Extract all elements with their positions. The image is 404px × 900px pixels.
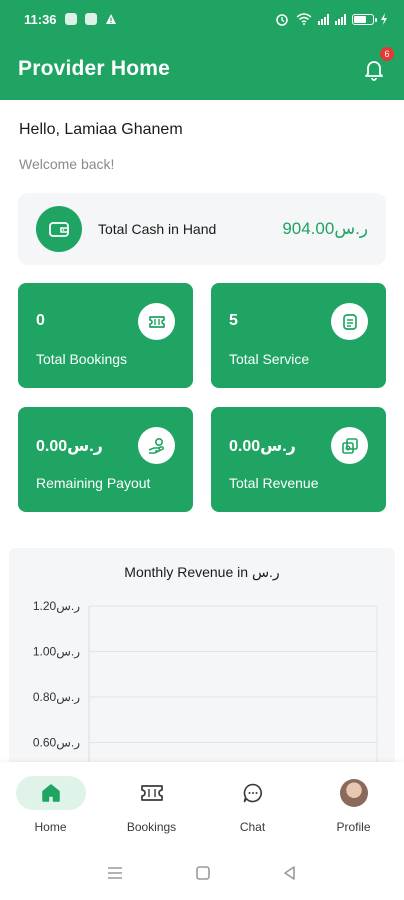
charging-icon <box>381 13 387 25</box>
y-tick-label: 1.00ر.س <box>33 645 80 659</box>
page-title: Provider Home <box>18 57 170 80</box>
status-bar: 11:36 <box>0 0 404 38</box>
nav-chat[interactable]: Chat <box>202 762 303 846</box>
y-tick-label: 0.80ر.س <box>33 690 80 704</box>
wifi-icon <box>296 13 312 25</box>
avatar <box>339 779 368 807</box>
nav-home[interactable]: Home <box>0 762 101 846</box>
list-icon <box>331 303 368 340</box>
cash-value: 904.00ر.س <box>282 219 368 238</box>
y-tick-label: 1.20ر.س <box>33 599 80 613</box>
nav-profile[interactable]: Profile <box>303 762 404 846</box>
remaining-payout-card[interactable]: 0.00ر.س Remaining Payout <box>18 407 193 512</box>
stat-label: Remaining Payout <box>36 475 151 491</box>
bottom-navigation: Home Bookings Chat Profile <box>0 762 404 846</box>
stat-value: 0 <box>36 312 45 329</box>
nav-label: Chat <box>239 820 266 834</box>
home-icon <box>41 784 60 802</box>
stat-label: Total Revenue <box>229 475 319 491</box>
hand-coin-icon <box>138 427 175 464</box>
chat-icon <box>243 783 262 803</box>
chart-plot: 1.20ر.س 1.00ر.س 0.80ر.س 0.60ر.س <box>33 599 378 778</box>
status-left: 11:36 <box>24 12 117 27</box>
nav-label: Bookings <box>126 820 177 834</box>
total-revenue-card[interactable]: 0.00ر.س Total Revenue <box>211 407 386 512</box>
app-bar: Provider Home 6 <box>0 38 404 100</box>
cash-label: Total Cash in Hand <box>98 221 217 237</box>
nav-bookings[interactable]: Bookings <box>101 762 202 846</box>
stat-value: 0.00ر.س <box>36 438 103 455</box>
stat-value: 5 <box>229 312 238 329</box>
ticket-icon <box>140 785 163 801</box>
monthly-revenue-chart: Monthly Revenue in ر.س 1.20ر.س 1.00ر.س 0.8… <box>9 548 395 778</box>
total-service-card[interactable]: 5 Total Service <box>211 283 386 388</box>
wallet-icon <box>36 206 82 252</box>
back-icon[interactable] <box>282 865 298 881</box>
ticket-icon <box>138 303 175 340</box>
stat-label: Total Service <box>229 351 310 367</box>
stat-label: Total Bookings <box>36 351 128 367</box>
app-notification-icon <box>64 13 77 25</box>
nav-label: Profile <box>336 820 371 834</box>
signal-icon <box>335 13 346 25</box>
status-right <box>274 12 388 26</box>
welcome-text: Welcome back! <box>19 156 115 172</box>
status-time: 11:36 <box>24 11 57 27</box>
stat-value: 0.00ر.س <box>229 438 296 455</box>
nav-chat-pill <box>218 776 288 810</box>
nav-profile-pill <box>319 776 389 810</box>
system-navigation <box>0 846 404 900</box>
app-notification-icon <box>84 13 97 25</box>
total-bookings-card[interactable]: 0 Total Bookings <box>18 283 193 388</box>
cash-in-hand-card[interactable]: Total Cash in Hand 904.00ر.س <box>18 193 386 265</box>
nav-home-pill <box>15 776 86 810</box>
y-tick-label: 0.60ر.س <box>33 736 80 750</box>
greeting-text: Hello, Lamiaa Ghanem <box>19 121 183 138</box>
notification-badge: 6 <box>380 47 394 61</box>
battery-icon <box>352 13 377 25</box>
menu-icon[interactable] <box>106 866 124 880</box>
alarm-icon <box>276 14 288 26</box>
notifications-button[interactable]: 6 <box>362 47 394 81</box>
warning-icon <box>105 14 116 24</box>
signal-icon <box>318 13 329 25</box>
nav-bookings-pill <box>117 776 187 810</box>
home-square-icon[interactable] <box>195 865 211 881</box>
bell-icon <box>365 61 383 81</box>
money-icon <box>331 427 368 464</box>
nav-label: Home <box>34 820 67 834</box>
